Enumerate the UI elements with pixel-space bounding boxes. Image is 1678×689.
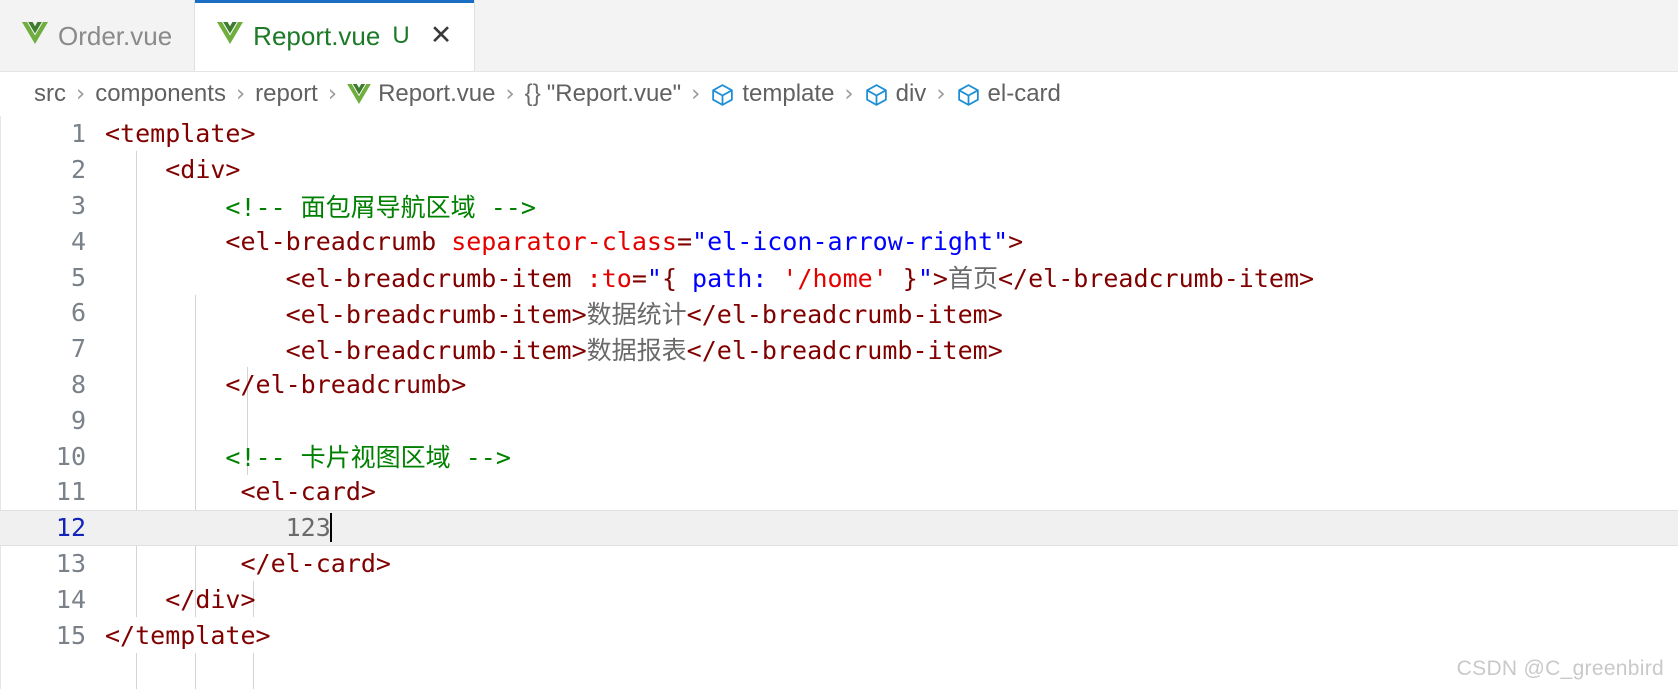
- breadcrumb: src › components › report › Report.vue ›…: [0, 72, 1678, 116]
- chevron-right-icon: ›: [691, 80, 701, 107]
- line-content: <el-breadcrumb-item>数据统计</el-breadcrumb-…: [285, 299, 1003, 329]
- line-content: <el-breadcrumb-item>数据报表</el-breadcrumb-…: [285, 335, 1003, 365]
- code-line[interactable]: 5 <el-breadcrumb-item :to="{ path: '/hom…: [0, 259, 1678, 295]
- breadcrumb-item-div[interactable]: div: [864, 80, 927, 107]
- breadcrumb-item-template[interactable]: template: [710, 82, 834, 107]
- vue-logo-icon: [22, 20, 48, 51]
- breadcrumb-item-components[interactable]: components: [95, 82, 226, 106]
- line-number-active: 12: [55, 513, 86, 543]
- code-line[interactable]: 6 <el-breadcrumb-item>数据统计</el-breadcrum…: [0, 295, 1678, 331]
- breadcrumb-label: el-card: [987, 80, 1061, 107]
- close-icon[interactable]: ✕: [430, 22, 453, 49]
- cube-icon: [956, 82, 981, 107]
- code-line[interactable]: 3 <!-- 面包屑导航区域 -->: [0, 188, 1678, 224]
- cube-icon: [864, 82, 889, 107]
- cube-icon: [710, 82, 735, 107]
- chevron-right-icon: ›: [235, 80, 246, 107]
- watermark: CSDN @C_greenbird: [1456, 657, 1664, 680]
- line-number: 9: [70, 405, 86, 435]
- line-content: <!-- 卡片视图区域 -->: [225, 443, 511, 473]
- tab-label: Report.vue: [253, 20, 381, 51]
- chevron-right-icon: ›: [327, 80, 338, 107]
- line-number: 10: [55, 441, 86, 471]
- code-line[interactable]: 14 </div>: [0, 581, 1678, 617]
- line-number: 4: [70, 226, 86, 256]
- line-number: 14: [55, 584, 86, 614]
- breadcrumb-item-src[interactable]: src: [34, 82, 66, 106]
- line-number: 5: [70, 262, 86, 292]
- code-line[interactable]: 2 <div>: [0, 152, 1678, 188]
- line-content: <el-breadcrumb separator-class="el-icon-…: [225, 226, 1024, 256]
- chevron-right-icon: ›: [844, 80, 854, 107]
- line-number: 15: [55, 620, 86, 650]
- breadcrumb-label: template: [742, 80, 835, 107]
- code-line[interactable]: 10 <!-- 卡片视图区域 -->: [0, 438, 1678, 474]
- breadcrumb-label: report: [255, 80, 318, 107]
- code-line[interactable]: 13 </el-card>: [0, 546, 1678, 582]
- line-content: </div>: [165, 584, 256, 614]
- line-content: <!-- 面包屑导航区域 -->: [225, 192, 536, 222]
- line-number: 3: [70, 190, 86, 220]
- code-line[interactable]: 7 <el-breadcrumb-item>数据报表</el-breadcrum…: [0, 331, 1678, 367]
- line-content: <el-breadcrumb-item :to="{ path: '/home'…: [285, 264, 1315, 294]
- indent-guide: [195, 653, 196, 689]
- line-number: 11: [55, 477, 86, 507]
- text-cursor: [329, 513, 332, 543]
- breadcrumb-item-report[interactable]: report: [255, 82, 318, 106]
- line-content: <div>: [165, 155, 241, 185]
- breadcrumb-item-module[interactable]: { } "Report.vue": [525, 80, 681, 108]
- line-content: </template>: [105, 620, 271, 650]
- braces-icon: { }: [524, 80, 541, 107]
- line-number: 2: [70, 155, 86, 185]
- tab-order-vue[interactable]: Order.vue: [0, 0, 196, 71]
- tab-label: Order.vue: [58, 20, 173, 51]
- vue-logo-icon: [347, 84, 371, 104]
- line-content: <template>: [105, 119, 256, 149]
- code-line-active[interactable]: 12 123: [0, 509, 1678, 546]
- code-line[interactable]: 8 </el-breadcrumb>: [0, 367, 1678, 403]
- editor-tab-bar: Order.vue Report.vue U ✕: [0, 0, 1678, 72]
- line-content: <el-card>: [240, 477, 376, 507]
- breadcrumb-item-report-vue[interactable]: Report.vue: [347, 82, 495, 106]
- line-number: 7: [70, 334, 86, 364]
- breadcrumb-label: "Report.vue": [546, 80, 682, 107]
- breadcrumb-label: src: [34, 80, 66, 107]
- code-line[interactable]: 11 <el-card>: [0, 474, 1678, 510]
- chevron-right-icon: ›: [76, 80, 86, 107]
- indent-guide: [253, 653, 254, 689]
- code-line[interactable]: 15 </template>: [0, 617, 1678, 653]
- line-content: 123: [285, 513, 332, 543]
- code-line[interactable]: 9: [0, 402, 1678, 438]
- breadcrumb-label: div: [895, 80, 927, 107]
- line-number: 6: [70, 298, 86, 328]
- code-line[interactable]: 1 <template>: [0, 116, 1678, 152]
- code-editor[interactable]: 1 <template> 2 <div> 3 <!-- 面包屑导航区域 --> …: [0, 116, 1678, 689]
- vscode-editor-window: Order.vue Report.vue U ✕ src › component…: [0, 0, 1678, 689]
- tab-report-vue[interactable]: Report.vue U ✕: [195, 0, 476, 71]
- line-content: </el-breadcrumb>: [225, 369, 467, 399]
- vue-logo-icon: [217, 20, 244, 51]
- breadcrumb-item-el-card[interactable]: el-card: [956, 82, 1061, 107]
- breadcrumb-label: Report.vue: [378, 80, 496, 107]
- indent-guide: [136, 653, 137, 689]
- chevron-right-icon: ›: [505, 80, 515, 107]
- line-number: 8: [70, 369, 86, 399]
- code-line[interactable]: 4 <el-breadcrumb separator-class="el-ico…: [0, 223, 1678, 259]
- line-number: 13: [55, 548, 86, 578]
- tab-unsaved-badge: U: [392, 21, 410, 49]
- chevron-right-icon: ›: [936, 80, 946, 107]
- line-content: </el-card>: [240, 548, 391, 578]
- breadcrumb-label: components: [95, 80, 226, 107]
- line-number: 1: [70, 119, 86, 149]
